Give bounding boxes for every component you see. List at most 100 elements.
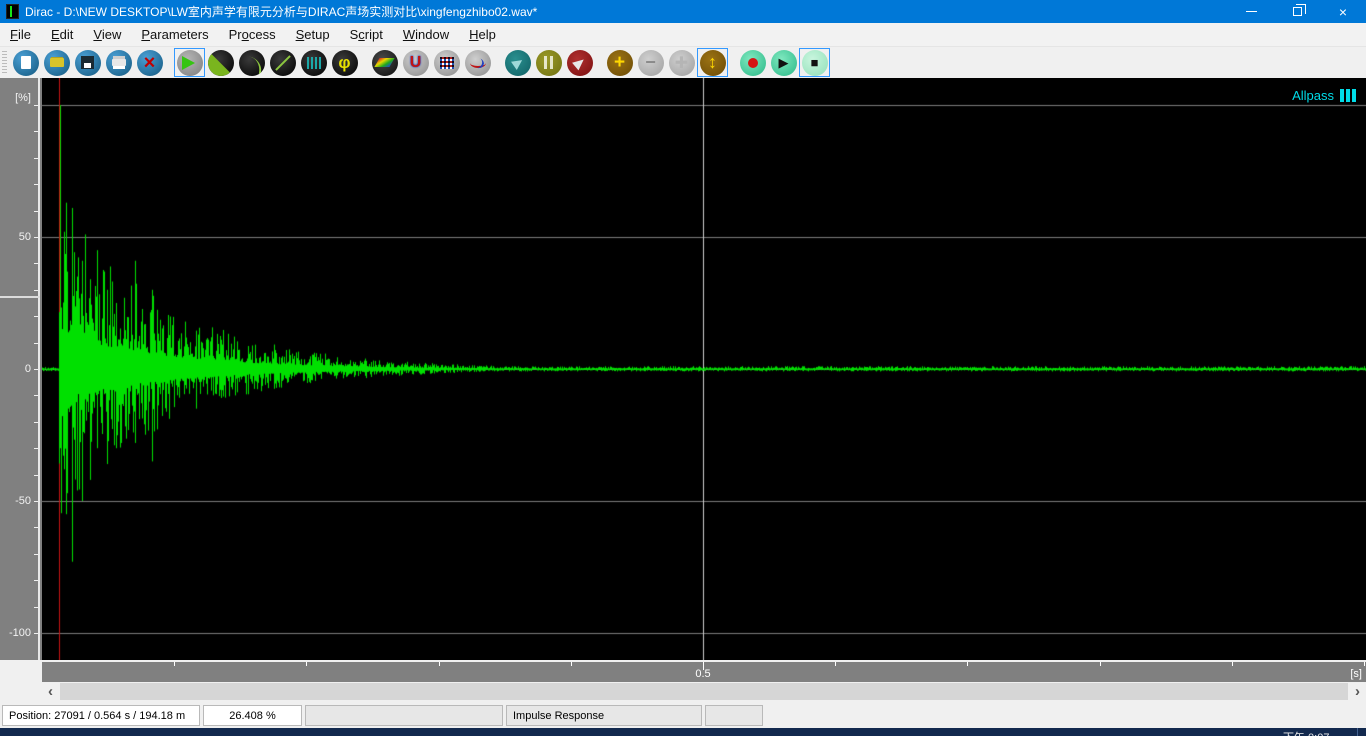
y-axis-tick bbox=[34, 580, 38, 581]
y-axis-label--50: -50 bbox=[15, 495, 31, 507]
restore-button[interactable] bbox=[1274, 0, 1320, 23]
y-axis-tick bbox=[34, 211, 38, 212]
toolbar-save-button[interactable] bbox=[72, 48, 103, 77]
window-controls: × bbox=[1228, 0, 1366, 23]
scrollbar-track[interactable] bbox=[60, 683, 1348, 700]
y-axis-tick bbox=[34, 184, 38, 185]
close-button[interactable]: × bbox=[1320, 0, 1366, 23]
impulse-icon bbox=[177, 50, 203, 76]
toolbar-marker-tool-button[interactable] bbox=[564, 48, 595, 77]
scroll-right-arrow[interactable]: › bbox=[1349, 683, 1366, 700]
toolbar-stop-button[interactable] bbox=[799, 48, 830, 77]
toolbar-pan-button[interactable] bbox=[666, 48, 697, 77]
play-icon bbox=[771, 50, 797, 76]
menu-bar: FileEditViewParametersProcessSetupScript… bbox=[0, 23, 1366, 47]
spectrum-icon bbox=[301, 50, 327, 76]
window-tool-icon bbox=[536, 50, 562, 76]
y-axis-tick bbox=[34, 422, 38, 423]
allpass-label: Allpass bbox=[1292, 88, 1334, 103]
taskbar-clock[interactable]: 下午 0:07 bbox=[1283, 729, 1329, 736]
close-icon bbox=[137, 50, 163, 76]
x-axis-tick bbox=[439, 662, 440, 666]
y-axis-unit: [%] bbox=[15, 92, 31, 104]
y-axis: [%] 500-50-100 bbox=[0, 78, 40, 660]
toolbar-freq-button[interactable] bbox=[462, 48, 493, 77]
toolbar-window-tool-button[interactable] bbox=[533, 48, 564, 77]
window-title: Dirac - D:\NEW DESKTOP\LW室内声学有限元分析与DIRAC… bbox=[25, 3, 537, 20]
y-axis-tick bbox=[34, 554, 38, 555]
menu-view[interactable]: View bbox=[83, 24, 131, 45]
scroll-left-arrow[interactable]: ‹ bbox=[42, 683, 59, 700]
toolbar-table-button[interactable] bbox=[431, 48, 462, 77]
time-axis-strip: 0.5 [s] bbox=[42, 662, 1366, 682]
menu-script[interactable]: Script bbox=[340, 24, 393, 45]
restore-icon bbox=[1293, 7, 1302, 16]
toolbar-new-button[interactable] bbox=[10, 48, 41, 77]
y-axis-tick bbox=[34, 343, 38, 344]
taskbar-separator bbox=[1357, 728, 1358, 736]
menu-window[interactable]: Window bbox=[393, 24, 459, 45]
menu-setup[interactable]: Setup bbox=[286, 24, 340, 45]
zoom-in-icon bbox=[607, 50, 633, 76]
status-bar: Position: 27091 / 0.564 s / 194.18 m26.4… bbox=[0, 700, 1366, 728]
print-icon bbox=[106, 50, 132, 76]
y-axis-label-0: 0 bbox=[25, 363, 31, 375]
toolbar-open-button[interactable] bbox=[41, 48, 72, 77]
x-axis-tick bbox=[835, 662, 836, 666]
waveform-plot[interactable] bbox=[42, 78, 1366, 660]
x-axis-tick bbox=[306, 662, 307, 666]
time-axis-unit: [s] bbox=[1350, 668, 1362, 680]
x-axis-tick bbox=[1100, 662, 1101, 666]
y-axis-tick bbox=[34, 448, 38, 449]
menu-process[interactable]: Process bbox=[219, 24, 286, 45]
menu-file[interactable]: File bbox=[0, 24, 41, 45]
toolbar-zoom-in-button[interactable] bbox=[604, 48, 635, 77]
filter-bars-icon bbox=[1340, 89, 1356, 102]
toolbar-magnet-button[interactable] bbox=[400, 48, 431, 77]
toolbar-zoom-vert-button[interactable] bbox=[697, 48, 728, 77]
toolbar-spectrum-button[interactable] bbox=[298, 48, 329, 77]
status-panel-0: Position: 27091 / 0.564 s / 194.18 m bbox=[2, 705, 200, 726]
time-axis: 0.5 [s] bbox=[0, 660, 1366, 682]
toolbar-play-button[interactable] bbox=[768, 48, 799, 77]
status-panel-2 bbox=[305, 705, 503, 726]
toolbar-cursor-tool-button[interactable] bbox=[502, 48, 533, 77]
toolbar-print-button[interactable] bbox=[103, 48, 134, 77]
title-bar: Dirac - D:\NEW DESKTOP\LW室内声学有限元分析与DIRAC… bbox=[0, 0, 1366, 23]
horizontal-scrollbar: ‹ › bbox=[0, 683, 1366, 700]
marker-tool-icon bbox=[567, 50, 593, 76]
zoom-out-icon bbox=[638, 50, 664, 76]
y-axis-tick bbox=[34, 395, 38, 396]
menu-edit[interactable]: Edit bbox=[41, 24, 83, 45]
y-axis-tick bbox=[34, 316, 38, 317]
toolbar-schroeder-button[interactable] bbox=[267, 48, 298, 77]
toolbar-phase-button[interactable] bbox=[329, 48, 360, 77]
y-axis-tick bbox=[34, 237, 38, 238]
record-icon bbox=[740, 50, 766, 76]
toolbar bbox=[0, 47, 1366, 78]
toolbar-record-button[interactable] bbox=[737, 48, 768, 77]
toolbar-etc-curve-button[interactable] bbox=[236, 48, 267, 77]
x-axis-tick bbox=[703, 662, 704, 670]
toolbar-impulse-button[interactable] bbox=[174, 48, 205, 77]
toolbar-grip[interactable] bbox=[2, 51, 7, 75]
menu-help[interactable]: Help bbox=[459, 24, 506, 45]
toolbar-decay-wedge-button[interactable] bbox=[205, 48, 236, 77]
toolbar-zoom-out-button[interactable] bbox=[635, 48, 666, 77]
menu-parameters[interactable]: Parameters bbox=[131, 24, 218, 45]
y-axis-tick bbox=[34, 263, 38, 264]
new-icon bbox=[13, 50, 39, 76]
allpass-indicator[interactable]: Allpass bbox=[1292, 88, 1356, 103]
waterfall-icon bbox=[372, 50, 398, 76]
toolbar-close-button[interactable] bbox=[134, 48, 165, 77]
y-axis-label--100: -100 bbox=[9, 627, 31, 639]
etc-curve-icon bbox=[239, 50, 265, 76]
open-icon bbox=[44, 50, 70, 76]
x-axis-tick bbox=[1364, 662, 1365, 666]
zoom-vert-icon bbox=[700, 50, 726, 76]
toolbar-waterfall-button[interactable] bbox=[369, 48, 400, 77]
y-axis-splitter[interactable] bbox=[0, 296, 40, 298]
status-panel-4 bbox=[705, 705, 763, 726]
minimize-button[interactable] bbox=[1228, 0, 1274, 23]
decay-wedge-icon bbox=[208, 50, 234, 76]
